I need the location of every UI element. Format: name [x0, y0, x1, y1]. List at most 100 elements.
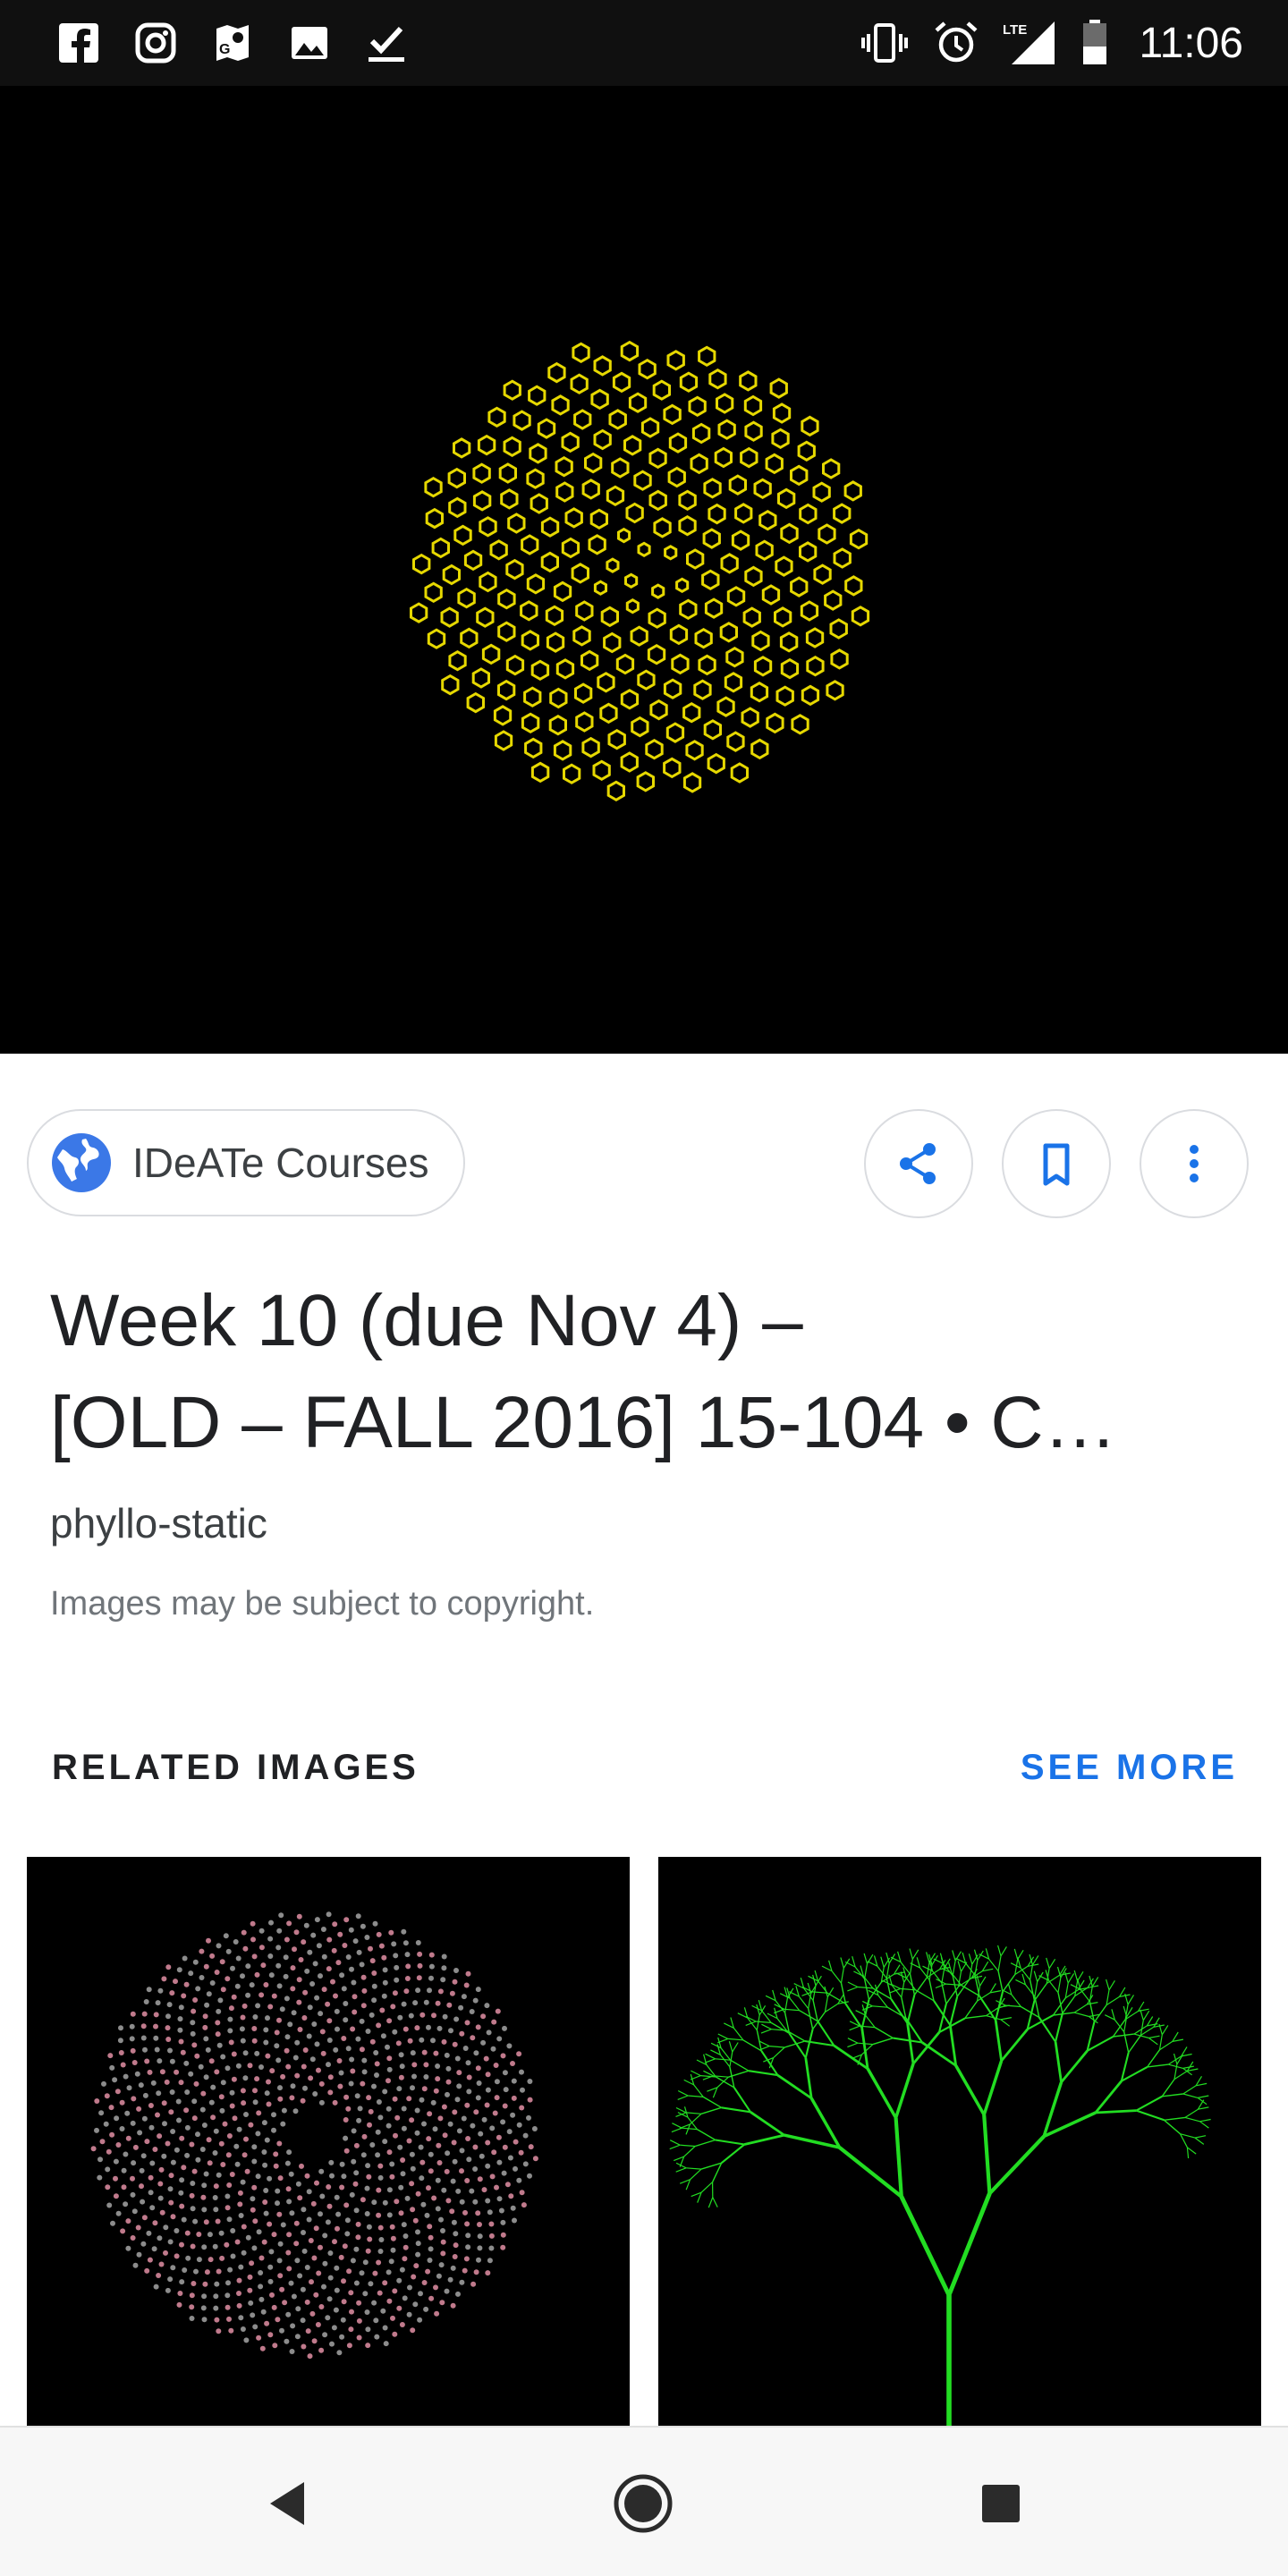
tree-branch	[721, 2143, 745, 2165]
spiral-dot	[393, 1953, 399, 1959]
spiral-dot	[410, 2165, 416, 2172]
spiral-dot	[241, 2100, 247, 2106]
phyllo-hexagon	[574, 682, 593, 704]
spiral-dot	[353, 2246, 360, 2252]
bookmark-button[interactable]	[1002, 1109, 1111, 1218]
spiral-dot	[341, 2299, 347, 2305]
tree-branch	[948, 2024, 958, 2066]
spiral-dot	[371, 2300, 377, 2306]
spiral-dot	[271, 2112, 276, 2118]
spiral-dot	[438, 2262, 445, 2268]
spiral-dot	[402, 2244, 409, 2250]
spiral-dot	[140, 2023, 147, 2029]
spiral-dot	[139, 2183, 144, 2190]
tree-branch	[899, 2195, 952, 2297]
navigation-bar	[0, 2426, 1288, 2576]
share-button[interactable]	[864, 1109, 973, 1218]
tree-branch	[926, 1952, 930, 1963]
phyllo-hexagon	[812, 481, 831, 503]
spiral-dot	[138, 2082, 144, 2089]
phyllo-hexagon	[678, 489, 697, 512]
tree-branch	[928, 1979, 935, 2001]
tree-branch	[921, 2041, 957, 2067]
phyllo-hexagon	[702, 528, 721, 549]
back-button[interactable]	[256, 2472, 318, 2535]
spiral-dot	[212, 2150, 218, 2156]
tree-branch	[669, 2140, 681, 2146]
tree-branch	[968, 1953, 973, 1965]
spiral-dot	[427, 2111, 433, 2117]
related-image-1[interactable]	[27, 1857, 630, 2429]
tree-branch	[926, 1969, 940, 1979]
tree-branch	[1034, 1981, 1038, 1997]
tree-branch	[1038, 2016, 1056, 2043]
spiral-dot	[341, 2278, 346, 2284]
spiral-dot	[401, 2106, 407, 2112]
source-chip[interactable]: IDeATe Courses	[27, 1109, 465, 1216]
spiral-dot	[494, 2184, 499, 2190]
spiral-dot	[199, 1975, 205, 1980]
phyllo-hexagon	[505, 654, 525, 676]
spiral-dot	[355, 2221, 361, 2227]
tree-branch	[1194, 2135, 1207, 2139]
spiral-dot	[343, 2117, 349, 2123]
phyllo-hexagon	[521, 534, 539, 555]
result-image[interactable]	[0, 86, 1288, 1054]
spiral-dot	[369, 1958, 376, 1964]
more-options-button[interactable]	[1140, 1109, 1249, 1218]
phyllo-hexagon	[555, 455, 573, 478]
tree-branch	[1013, 1948, 1019, 1960]
tree-branch	[1054, 2041, 1063, 2083]
tree-branch	[1033, 1970, 1038, 1982]
spiral-dot	[157, 2195, 164, 2201]
spiral-dot	[225, 2280, 231, 2286]
spiral-dot	[199, 1948, 205, 1954]
spiral-dot	[502, 2103, 508, 2109]
spiral-dot	[473, 2269, 479, 2275]
phyllo-hexagon	[833, 503, 852, 524]
spiral-dot	[251, 2245, 258, 2251]
spiral-dot	[113, 2158, 119, 2165]
phyllo-hexagon	[440, 606, 459, 628]
recents-button[interactable]	[970, 2472, 1032, 2535]
spiral-dot	[389, 2224, 395, 2230]
spiral-dot	[361, 2057, 368, 2063]
spiral-dot	[355, 1913, 361, 1919]
spiral-dot	[404, 2195, 411, 2201]
tree-branch	[890, 1983, 901, 1989]
spiral-dot	[201, 2207, 208, 2213]
spiral-dot	[417, 2317, 423, 2323]
spiral-dot	[194, 2053, 200, 2059]
result-title-line-2: [OLD – FALL 2016] 15-104 • C…	[50, 1382, 1117, 1463]
spiral-dot	[105, 2184, 111, 2190]
tree-branch	[1199, 2118, 1211, 2123]
spiral-dot	[415, 2190, 421, 2197]
spiral-dot	[350, 2258, 356, 2264]
home-button[interactable]	[612, 2472, 674, 2535]
phyllo-hexagon	[427, 628, 446, 649]
spiral-dot	[473, 2109, 479, 2115]
spiral-dot	[279, 2006, 285, 2012]
spiral-dot	[366, 2174, 372, 2180]
phyllo-hexagon	[442, 564, 461, 586]
spiral-dot	[399, 2267, 405, 2273]
tree-branch	[946, 2192, 992, 2296]
spiral-dot	[477, 2245, 483, 2251]
tree-branch	[997, 1970, 1004, 1992]
spiral-dot	[115, 2142, 122, 2148]
spiral-dot	[177, 2291, 183, 2296]
spiral-dot	[441, 1965, 447, 1971]
related-image-2[interactable]	[658, 1857, 1261, 2429]
spiral-dot	[412, 2000, 419, 2006]
spiral-dot	[165, 2037, 172, 2042]
result-title[interactable]: Week 10 (due Nov 4) – [OLD – FALL 2016] …	[50, 1270, 1240, 1474]
phyllo-hexagon	[648, 489, 667, 512]
tree-branch	[1108, 1979, 1115, 1991]
phyllo-hexagon	[555, 658, 575, 680]
spiral-dot	[288, 2280, 294, 2286]
spiral-dot	[343, 2017, 349, 2023]
spiral-dot	[303, 1922, 309, 1928]
spiral-dot	[356, 1949, 362, 1955]
see-more-link[interactable]: SEE MORE	[1021, 1748, 1238, 1788]
spiral-dot	[421, 2086, 428, 2092]
